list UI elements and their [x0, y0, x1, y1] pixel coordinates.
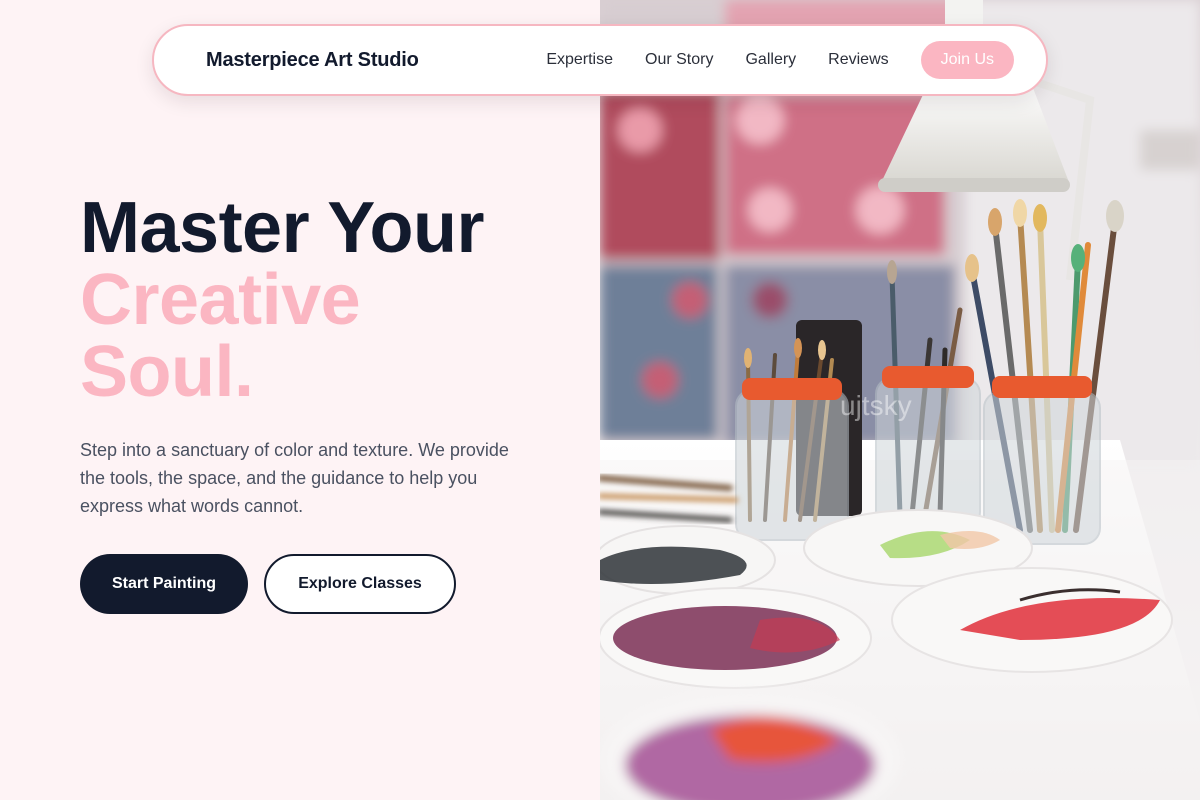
brand-logo[interactable]: Masterpiece Art Studio — [206, 49, 419, 72]
nav-links: Expertise Our Story Gallery Reviews Join… — [546, 41, 1014, 79]
hero-heading-line-2: Creative — [80, 260, 361, 340]
hero-image: ujtsky — [600, 0, 1200, 800]
start-painting-button[interactable]: Start Painting — [80, 554, 248, 614]
hero-heading-line-3: Soul. — [80, 332, 254, 412]
nav-link-expertise[interactable]: Expertise — [546, 51, 613, 69]
nav-link-gallery[interactable]: Gallery — [745, 51, 796, 69]
hero-section: Master Your Creative Soul. Step into a s… — [80, 192, 560, 614]
join-us-button[interactable]: Join Us — [920, 41, 1014, 79]
image-watermark: ujtsky — [840, 390, 912, 421]
hero-description: Step into a sanctuary of color and textu… — [80, 440, 509, 516]
hero-heading-line-1: Master Your — [80, 188, 484, 268]
hero-heading: Master Your Creative Soul. — [80, 192, 560, 408]
nav-link-reviews[interactable]: Reviews — [828, 51, 888, 69]
top-navbar: Masterpiece Art Studio Expertise Our Sto… — [152, 24, 1048, 96]
nav-link-our-story[interactable]: Our Story — [645, 51, 713, 69]
explore-classes-button[interactable]: Explore Classes — [264, 554, 456, 614]
hero-cta-group: Start Painting Explore Classes — [80, 554, 560, 614]
